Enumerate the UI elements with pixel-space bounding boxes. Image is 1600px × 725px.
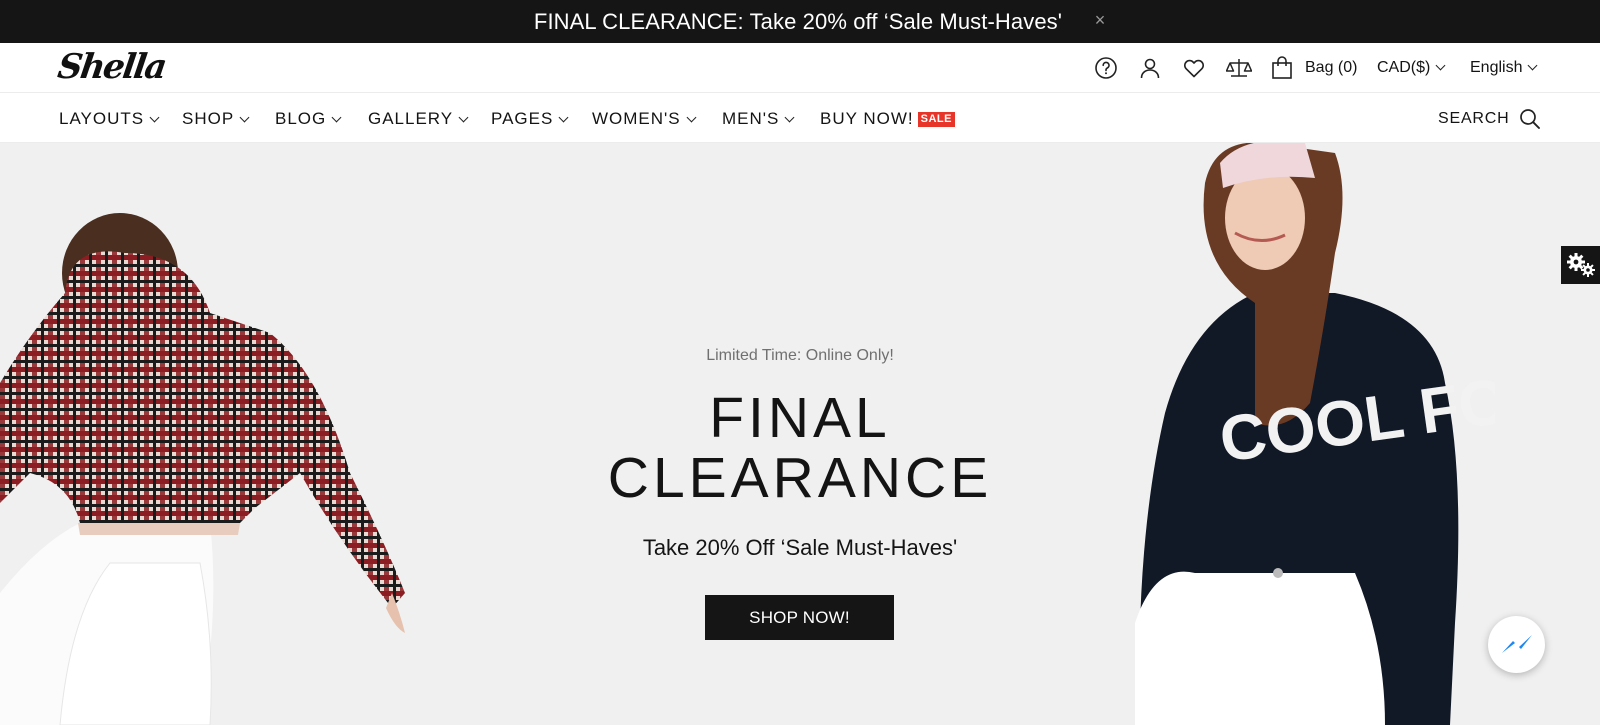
wishlist-icon[interactable] — [1181, 55, 1207, 81]
sale-badge: SALE — [917, 112, 955, 127]
main-nav: LAYOUTS SHOP BLOG GALLERY PAGES WOMEN'S … — [0, 94, 1600, 143]
nav-item-mens[interactable]: MEN'S — [722, 109, 795, 129]
gear-icon — [1565, 252, 1597, 278]
nav-item-gallery[interactable]: GALLERY — [368, 109, 469, 129]
announcement-bar: FINAL CLEARANCE: Take 20% off ‘Sale Must… — [0, 0, 1600, 43]
search-icon — [1519, 108, 1541, 130]
language-selector[interactable]: English — [1470, 59, 1538, 77]
nav-item-label: BLOG — [275, 109, 327, 128]
chevron-down-icon — [1435, 60, 1446, 71]
nav-item-buy-now[interactable]: BUY NOW! SALE — [820, 109, 955, 129]
messenger-icon — [1500, 633, 1534, 657]
hero-subtitle: Limited Time: Online Only! — [706, 347, 894, 364]
hero-title-line: FINAL — [709, 386, 891, 450]
hero-offer: Take 20% Off ‘Sale Must-Haves' — [642, 535, 958, 560]
nav-item-label: PAGES — [491, 109, 554, 128]
nav-item-label: SHOP — [182, 109, 235, 128]
chevron-down-icon — [239, 112, 250, 123]
nav-item-label: GALLERY — [368, 109, 454, 128]
nav-item-pages[interactable]: PAGES — [491, 109, 569, 129]
nav-item-shop[interactable]: SHOP — [182, 109, 250, 129]
chevron-down-icon — [331, 112, 342, 123]
chevron-down-icon — [686, 112, 697, 123]
search-label: SEARCH — [1438, 110, 1510, 127]
currency-selector[interactable]: CAD($) — [1377, 59, 1446, 77]
close-icon[interactable]: × — [1089, 9, 1111, 31]
messenger-chat-button[interactable] — [1488, 616, 1545, 673]
hero-banner: COOL FOR Limited Time: Online Only! FINA… — [0, 143, 1600, 725]
nav-item-womens[interactable]: WOMEN'S — [592, 109, 697, 129]
nav-item-label: MEN'S — [722, 109, 780, 128]
bag-icon[interactable] — [1269, 55, 1295, 81]
search-button[interactable]: SEARCH — [1438, 108, 1541, 130]
shop-now-button[interactable]: SHOP NOW! — [705, 595, 894, 640]
nav-item-label: BUY NOW! — [820, 109, 914, 128]
nav-item-label: LAYOUTS — [59, 109, 145, 128]
nav-item-blog[interactable]: BLOG — [275, 109, 342, 129]
compare-icon[interactable] — [1226, 55, 1252, 81]
nav-item-label: WOMEN'S — [592, 109, 681, 128]
site-header: Shella Bag (0) CAD($) English — [0, 43, 1600, 93]
help-icon[interactable] — [1093, 55, 1119, 81]
logo[interactable]: Shella — [55, 47, 167, 87]
chevron-down-icon — [558, 112, 569, 123]
chevron-down-icon — [149, 112, 160, 123]
bag-link[interactable]: Bag (0) — [1305, 59, 1357, 77]
hero-title-line: CLEARANCE — [607, 446, 993, 510]
hero-title: FINAL CLEARANCE — [0, 388, 1600, 508]
announcement-text: FINAL CLEARANCE: Take 20% off ‘Sale Must… — [533, 8, 1063, 34]
nav-item-layouts[interactable]: LAYOUTS — [59, 109, 160, 129]
settings-tab[interactable] — [1561, 246, 1600, 284]
chevron-down-icon — [1528, 60, 1538, 71]
chevron-down-icon — [458, 112, 469, 123]
chevron-down-icon — [784, 112, 795, 123]
currency-label: CAD($) — [1377, 59, 1431, 76]
account-icon[interactable] — [1137, 55, 1163, 81]
language-label: English — [1470, 59, 1523, 76]
